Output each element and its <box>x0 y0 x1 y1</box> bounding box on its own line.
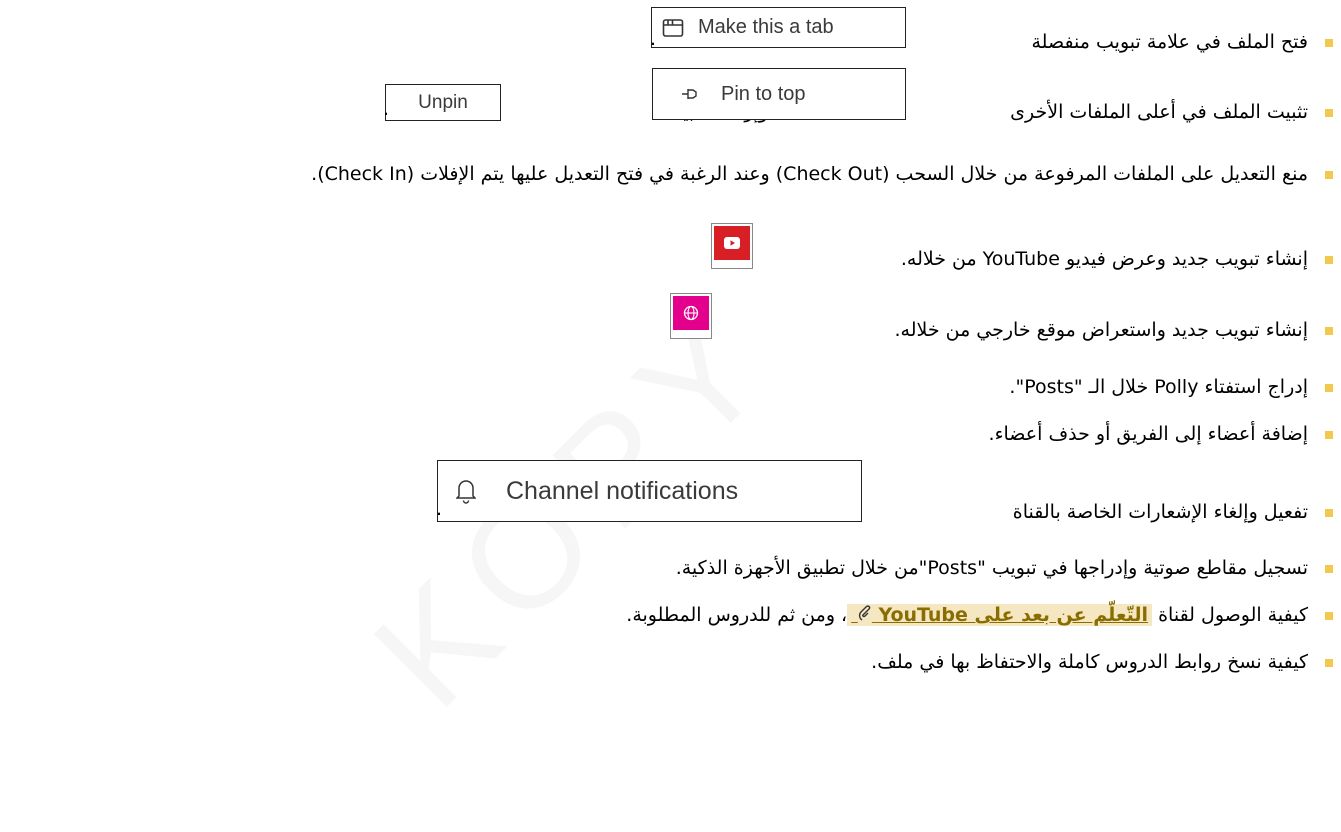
item-text-line: كيفية الوصول لقناة التّعلّم عن بعد على Y… <box>626 603 1308 627</box>
globe-icon <box>683 305 699 321</box>
youtube-channel-link[interactable]: التّعلّم عن بعد على YouTube <box>847 604 1153 626</box>
pin-to-top-label: Pin to top <box>721 82 806 105</box>
make-tab-label: Make this a tab <box>698 16 834 38</box>
tile-bg <box>714 226 750 260</box>
bullet <box>1325 171 1333 179</box>
item-text: فتح الملف في علامة تبويب منفصلة <box>1031 31 1308 53</box>
tile-caption: YouTube <box>715 261 740 267</box>
pin-to-top-button[interactable]: Pin to top <box>652 68 906 120</box>
item-text: تسجيل مقاطع صوتية وإدراجها في تبويب "Pos… <box>675 557 1308 579</box>
bullet <box>1325 327 1333 335</box>
pin-icon <box>682 89 697 99</box>
item-text: إنشاء تبويب جديد واستعراض موقع خارجي من … <box>894 319 1308 341</box>
website-tile[interactable]: Website <box>670 293 712 339</box>
item-text-after: ، ومن ثم للدروس المطلوبة. <box>626 604 848 626</box>
unpin-label: Unpin <box>418 91 468 113</box>
unpin-button[interactable]: Unpin <box>385 84 501 121</box>
item-text: تثبيت الملف في أعلى الملفات الأخرى <box>1010 101 1308 123</box>
tile-caption: Website <box>674 331 697 337</box>
item-text: كيفية نسخ روابط الدروس كاملة والاحتفاظ ب… <box>871 651 1308 673</box>
bullet <box>1325 256 1333 264</box>
bullet <box>1325 431 1333 439</box>
item-text: منع التعديل على الملفات المرفوعة من خلال… <box>311 163 1308 185</box>
bullet <box>1325 565 1333 573</box>
bullet <box>1325 384 1333 392</box>
item-text: إضافة أعضاء إلى الفريق أو حذف أعضاء. <box>988 423 1308 445</box>
item-text: تفعيل وإلغاء الإشعارات الخاصة بالقناة <box>1012 501 1308 523</box>
link-text: التّعلّم عن بعد على YouTube <box>878 604 1149 626</box>
youtube-tile[interactable]: YouTube <box>711 223 753 269</box>
item-text: كيفية الوصول لقناة <box>1158 604 1308 626</box>
link-icon <box>858 605 871 621</box>
tab-icon <box>662 18 684 37</box>
channel-notifications-label: Channel notifications <box>506 476 739 505</box>
item-text: إنشاء تبويب جديد وعرض فيديو YouTube من خ… <box>900 248 1308 270</box>
item-text: إدراج استفتاء Polly خلال الـ "Posts". <box>1009 376 1308 398</box>
make-tab-button[interactable]: Make this a tab <box>651 7 906 48</box>
bullet <box>1325 612 1333 620</box>
bullet <box>1325 509 1333 517</box>
youtube-icon <box>724 237 740 249</box>
bell-icon <box>456 480 476 504</box>
bullet <box>1325 39 1333 47</box>
bullet <box>1325 109 1333 117</box>
tile-bg <box>673 296 709 330</box>
period: . <box>436 498 443 520</box>
bullet <box>1325 659 1333 667</box>
channel-notifications-button[interactable]: Channel notifications <box>437 460 862 522</box>
period: . <box>383 98 390 120</box>
period: . <box>650 28 657 50</box>
